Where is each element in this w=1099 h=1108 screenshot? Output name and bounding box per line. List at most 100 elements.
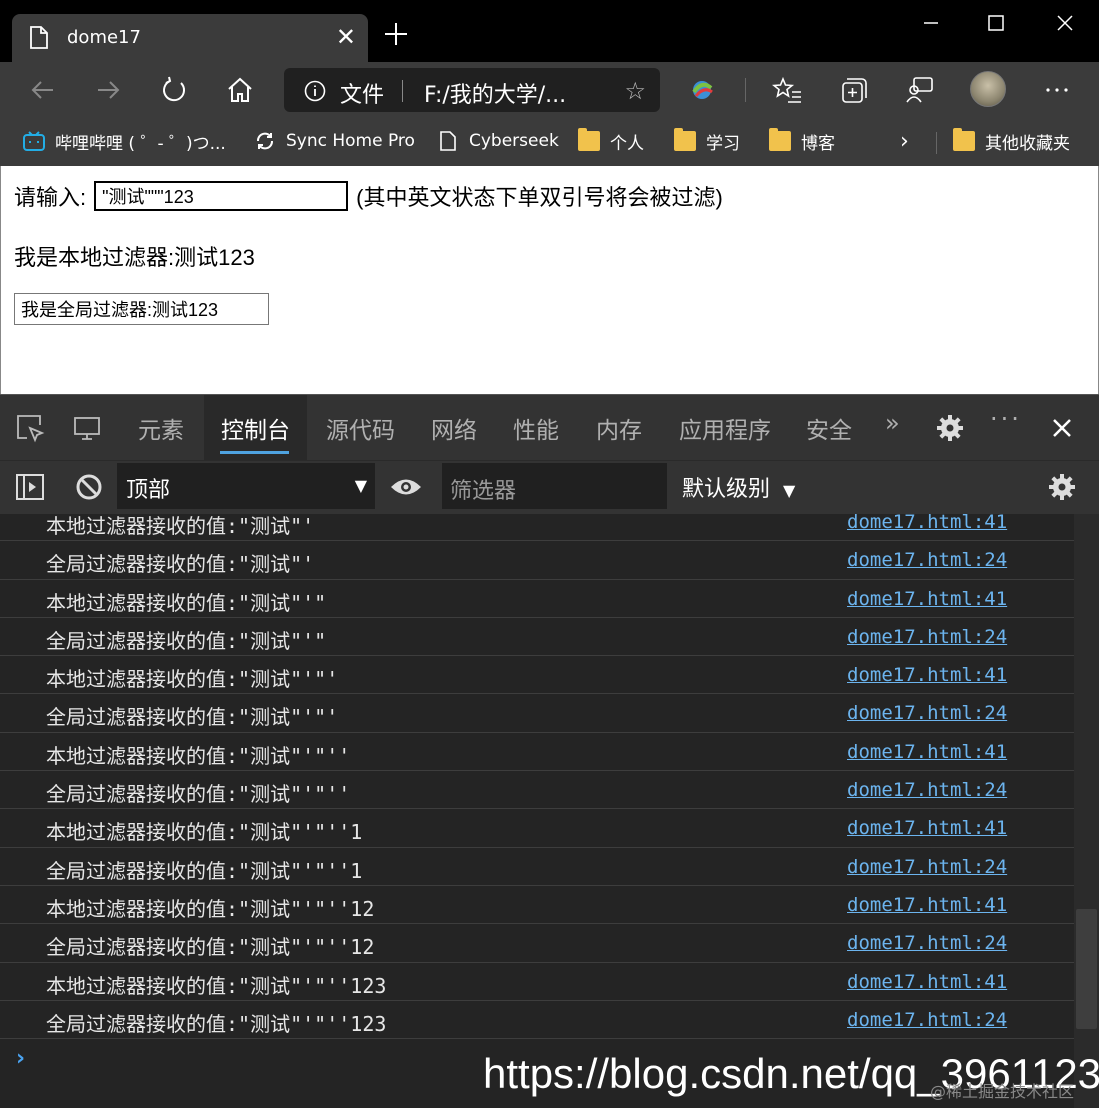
live-expression-eye-icon[interactable] bbox=[389, 472, 423, 502]
bookmark-sync-home-pro[interactable]: Sync Home Pro bbox=[254, 128, 415, 154]
bookmark-label: 哔哩哔哩 ( ゜- ゜)つ... bbox=[55, 133, 226, 154]
bilibili-icon bbox=[23, 131, 45, 151]
console-log-source-link[interactable]: dome17.html:41 bbox=[847, 664, 1007, 686]
home-icon[interactable] bbox=[224, 74, 256, 106]
local-filter-output: 我是本地过滤器:测试123 bbox=[14, 245, 255, 270]
console-log-source-link[interactable]: dome17.html:24 bbox=[847, 626, 1007, 648]
bookmark-folder-blog[interactable]: 博客 bbox=[769, 128, 835, 154]
bookmark-label: 个人 bbox=[610, 133, 644, 154]
console-log-row: 全局过滤器接收的值:"测试"'"''123 dome17.html:24 bbox=[0, 1001, 1074, 1040]
console-log-source-link[interactable]: dome17.html:24 bbox=[847, 856, 1007, 878]
favorites-icon[interactable] bbox=[772, 74, 804, 106]
console-log-source-link[interactable]: dome17.html:24 bbox=[847, 932, 1007, 954]
tab-application[interactable]: 应用程序 bbox=[679, 411, 771, 445]
console-log-source-link[interactable]: dome17.html:41 bbox=[847, 894, 1007, 916]
more-tabs-chevron-icon[interactable]: » bbox=[885, 409, 900, 437]
console-log-source-link[interactable]: dome17.html:41 bbox=[847, 741, 1007, 763]
extension-icon[interactable] bbox=[686, 74, 718, 106]
console-log-row: 本地过滤器接收的值:"测试"'"' dome17.html:41 bbox=[0, 656, 1074, 695]
global-filter-output[interactable] bbox=[14, 293, 269, 325]
tab-performance[interactable]: 性能 bbox=[513, 411, 559, 445]
back-icon[interactable] bbox=[27, 74, 59, 106]
tab-security[interactable]: 安全 bbox=[806, 411, 852, 445]
toolbar-divider bbox=[745, 78, 746, 102]
bookmarks-divider bbox=[936, 132, 937, 154]
device-emulation-icon[interactable] bbox=[72, 413, 102, 443]
favorite-star-icon[interactable]: ☆ bbox=[624, 77, 646, 105]
console-log-message: 全局过滤器接收的值:"测试"'"''123 bbox=[46, 1011, 387, 1036]
feedback-icon[interactable] bbox=[904, 74, 936, 106]
console-toolbar: 顶部 ▼ 筛选器 默认级别 ▼ bbox=[0, 460, 1099, 514]
browser-tab[interactable]: dome17 ✕ bbox=[12, 14, 368, 62]
console-log-source-link[interactable]: dome17.html:24 bbox=[847, 702, 1007, 724]
console-log-source-link[interactable]: dome17.html:41 bbox=[847, 514, 1007, 533]
profile-avatar[interactable] bbox=[970, 71, 1006, 107]
info-icon[interactable] bbox=[304, 80, 326, 102]
console-log-message: 全局过滤器接收的值:"测试"'" bbox=[46, 628, 327, 653]
bookmark-folder-other[interactable]: 其他收藏夹 bbox=[953, 128, 1070, 154]
console-log-message: 全局过滤器接收的值:"测试"'"' bbox=[46, 705, 339, 730]
minimize-icon[interactable] bbox=[916, 8, 946, 38]
address-bar[interactable]: 文件 F:/我的大学/... ☆ bbox=[284, 68, 660, 112]
console-log-row: 全局过滤器接收的值:"测试"'" dome17.html:24 bbox=[0, 618, 1074, 657]
bookmark-folder-study[interactable]: 学习 bbox=[674, 128, 740, 154]
console-log-message: 本地过滤器接收的值:"测试"' bbox=[46, 514, 315, 538]
inspect-element-icon[interactable] bbox=[15, 413, 45, 443]
console-log-source-link[interactable]: dome17.html:41 bbox=[847, 817, 1007, 839]
settings-gear-icon[interactable] bbox=[935, 413, 965, 443]
console-log-message: 本地过滤器接收的值:"测试"'"''123 bbox=[46, 973, 387, 998]
console-log-source-link[interactable]: dome17.html:24 bbox=[847, 779, 1007, 801]
console-log-message: 全局过滤器接收的值:"测试"' bbox=[46, 552, 315, 577]
context-select-value: 顶部 bbox=[126, 478, 171, 503]
address-url[interactable]: F:/我的大学/... bbox=[424, 77, 566, 109]
console-log-row: 全局过滤器接收的值:"测试"'"'' dome17.html:24 bbox=[0, 771, 1074, 810]
folder-icon bbox=[578, 128, 600, 151]
console-log-source-link[interactable]: dome17.html:41 bbox=[847, 971, 1007, 993]
tab-network[interactable]: 网络 bbox=[431, 411, 477, 445]
more-options-icon[interactable] bbox=[1041, 74, 1073, 106]
console-prompt-icon[interactable]: › bbox=[16, 1046, 25, 1071]
console-log-source-link[interactable]: dome17.html:24 bbox=[847, 1009, 1007, 1031]
filter-input[interactable]: 筛选器 bbox=[442, 463, 667, 509]
tab-elements[interactable]: 元素 bbox=[138, 411, 184, 445]
console-log-source-link[interactable]: dome17.html:41 bbox=[847, 588, 1007, 610]
clear-console-icon[interactable] bbox=[74, 472, 104, 502]
sidebar-toggle-icon[interactable] bbox=[15, 472, 45, 502]
refresh-icon[interactable] bbox=[158, 74, 190, 106]
context-select[interactable]: 顶部 ▼ bbox=[117, 463, 375, 509]
console-log-row: 全局过滤器接收的值:"测试"'"''1 dome17.html:24 bbox=[0, 848, 1074, 886]
tab-console[interactable]: 控制台 bbox=[221, 411, 290, 445]
close-devtools-icon[interactable] bbox=[1047, 413, 1077, 443]
tab-sources[interactable]: 源代码 bbox=[326, 411, 395, 445]
devtools-tab-bar: 元素 控制台 源代码 网络 性能 内存 应用程序 安全 » ··· bbox=[0, 394, 1099, 461]
tab-close-icon[interactable]: ✕ bbox=[336, 25, 356, 49]
log-level-select[interactable]: 默认级别 ▼ bbox=[682, 471, 795, 503]
bookmarks-overflow-chevron-icon[interactable]: › bbox=[900, 128, 909, 154]
console-log-list: 本地过滤器接收的值:"测试"' dome17.html:41 全局过滤器接收的值:"… bbox=[0, 514, 1074, 1040]
maximize-icon[interactable] bbox=[981, 8, 1011, 38]
console-log-source-link[interactable]: dome17.html:24 bbox=[847, 549, 1007, 571]
folder-icon bbox=[769, 128, 791, 151]
folder-icon bbox=[953, 128, 975, 151]
new-tab-icon[interactable] bbox=[382, 20, 410, 48]
collections-icon[interactable] bbox=[838, 74, 870, 106]
filter-input[interactable] bbox=[94, 181, 349, 211]
console-scrollbar-thumb[interactable] bbox=[1076, 909, 1097, 1029]
address-separator bbox=[402, 80, 403, 102]
dropdown-arrow-icon: ▼ bbox=[354, 476, 367, 495]
forward-icon[interactable] bbox=[92, 74, 124, 106]
console-log-message: 本地过滤器接收的值:"测试"'"''12 bbox=[46, 896, 375, 921]
tab-memory[interactable]: 内存 bbox=[596, 411, 642, 445]
close-window-icon[interactable] bbox=[1050, 8, 1080, 38]
bookmark-cyberseek[interactable]: Cyberseek bbox=[437, 128, 559, 154]
console-log-message: 全局过滤器接收的值:"测试"'"'' bbox=[46, 782, 351, 807]
console-log-row: 本地过滤器接收的值:"测试"'" dome17.html:41 bbox=[0, 580, 1074, 618]
log-level-label: 默认级别 bbox=[682, 477, 771, 502]
bookmark-folder-personal[interactable]: 个人 bbox=[578, 128, 644, 154]
page-icon bbox=[440, 131, 456, 151]
more-options-icon[interactable]: ··· bbox=[990, 405, 1022, 433]
bookmark-bilibili[interactable]: 哔哩哔哩 ( ゜- ゜)つ... bbox=[23, 128, 226, 154]
sync-icon bbox=[257, 132, 273, 150]
console-log-row: 本地过滤器接收的值:"测试"'"''123 dome17.html:41 bbox=[0, 963, 1074, 1001]
console-settings-gear-icon[interactable] bbox=[1047, 472, 1077, 502]
